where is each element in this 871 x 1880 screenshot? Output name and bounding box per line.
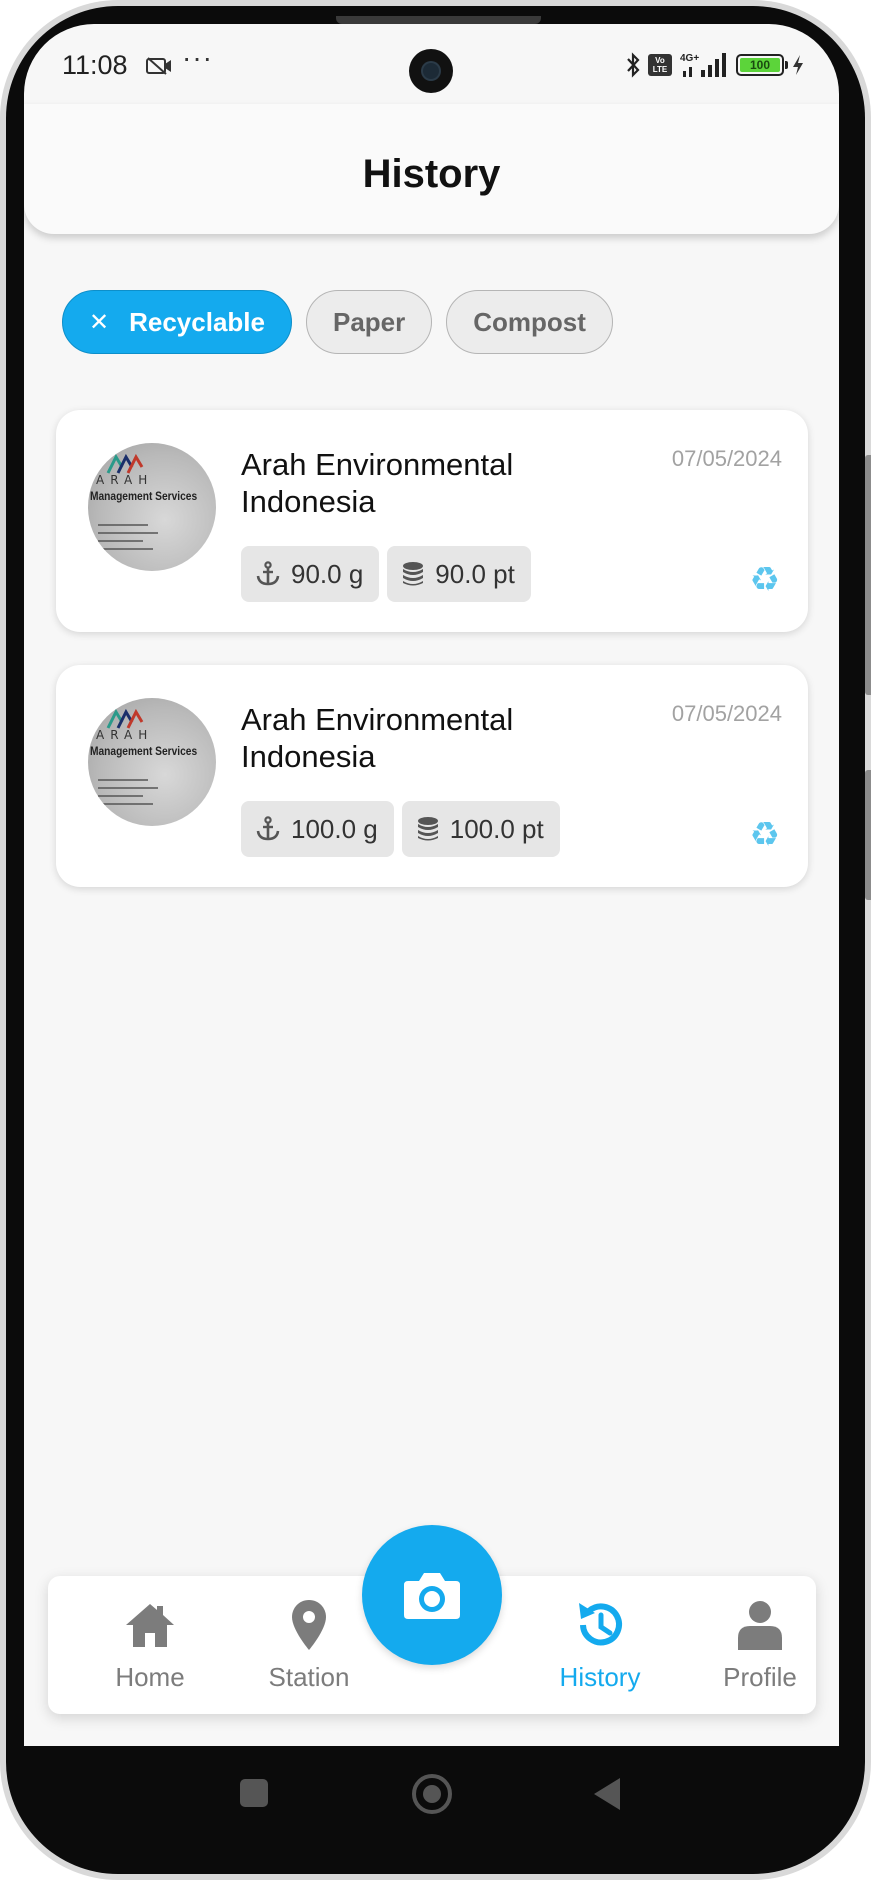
filter-chip-compost[interactable]: Compost (446, 290, 613, 354)
chip-label: Compost (473, 306, 586, 337)
chip-label: Paper (332, 306, 406, 337)
battery-level: 100 (740, 58, 780, 72)
status-icons: Vo LTE 4G+ 100 (625, 52, 805, 78)
nav-label: Station (268, 1662, 350, 1692)
nav-item-history[interactable]: History (525, 1598, 675, 1693)
camera-icon (404, 1573, 460, 1619)
nav-label: Profile (723, 1662, 797, 1692)
screen: 11:08 ··· Vo LTE 4G+ 100 History ✕ Recyc… (24, 24, 839, 1746)
status-bar: 11:08 ··· Vo LTE 4G+ 100 (24, 24, 839, 104)
history-card[interactable]: ARAH Management Services Arah Environmen… (56, 410, 808, 632)
points-value: 100.0 pt (449, 813, 544, 844)
nav-label: History (559, 1662, 641, 1692)
notification-icon (146, 57, 171, 75)
nav-item-home[interactable]: Home (75, 1598, 225, 1693)
weight-value: 100.0 g (291, 813, 378, 844)
logo-text: ARAH (96, 473, 154, 487)
page-title: History (362, 152, 501, 196)
document-lines (98, 524, 158, 550)
coins-icon (417, 817, 438, 841)
volte-icon: Vo LTE (648, 54, 672, 76)
system-home-button[interactable] (412, 1774, 452, 1814)
phone-frame: 11:08 ··· Vo LTE 4G+ 100 History ✕ Recyc… (0, 0, 871, 1880)
signal-icon: 4G+ (680, 53, 726, 77)
user-icon (738, 1601, 782, 1650)
company-logo-icon (106, 453, 144, 474)
coins-icon (403, 562, 424, 586)
nav-item-station[interactable]: Station (234, 1598, 384, 1693)
logo-subtext: Management Services (90, 489, 198, 503)
recycle-icon: ♻ (749, 816, 780, 854)
volume-button (865, 770, 871, 900)
station-avatar: ARAH Management Services (88, 443, 216, 571)
app-header: History (24, 104, 839, 234)
history-icon (579, 1603, 622, 1646)
battery-icon: 100 (736, 54, 788, 76)
system-navigation-bar (24, 1746, 839, 1846)
logo-subtext: Management Services (90, 744, 198, 758)
company-logo-icon (106, 708, 144, 729)
front-camera (409, 49, 453, 93)
bluetooth-icon (627, 52, 640, 78)
close-icon[interactable]: ✕ (89, 308, 109, 337)
stats-badges: 100.0 g 100.0 pt (241, 801, 560, 857)
anchor-icon (256, 561, 280, 586)
camera-scan-button[interactable] (362, 1525, 502, 1665)
stats-badges: 90.0 g 90.0 pt (241, 546, 531, 602)
recent-apps-button[interactable] (240, 1779, 268, 1807)
location-pin-icon (292, 1600, 326, 1650)
weight-badge: 100.0 g (241, 801, 394, 857)
history-date: 07/05/2024 (671, 446, 782, 471)
home-icon (126, 1604, 174, 1647)
station-name: Arah Environmental Indonesia (241, 702, 514, 774)
history-card[interactable]: ARAH Management Services Arah Environmen… (56, 665, 808, 887)
points-badge: 100.0 pt (401, 801, 560, 857)
station-avatar: ARAH Management Services (88, 698, 216, 826)
history-date: 07/05/2024 (671, 701, 782, 726)
station-name: Arah Environmental Indonesia (241, 447, 514, 519)
status-time: 11:08 (62, 50, 128, 80)
anchor-icon (256, 816, 280, 841)
charging-icon (793, 55, 803, 75)
filter-chip-paper[interactable]: Paper (305, 290, 433, 354)
chip-label: Recyclable (129, 306, 265, 337)
network-type: 4G+ (680, 53, 699, 64)
points-badge: 90.0 pt (387, 546, 531, 602)
logo-text: ARAH (96, 728, 154, 742)
system-back-button[interactable] (594, 1778, 620, 1810)
filter-chip-recyclable[interactable]: ✕ Recyclable (62, 290, 292, 354)
speaker-grill (336, 16, 541, 24)
nav-item-profile[interactable]: Profile (685, 1598, 835, 1693)
filter-chips: ✕ Recyclable Paper Compost (62, 290, 613, 354)
weight-badge: 90.0 g (241, 546, 380, 602)
document-lines (98, 779, 158, 805)
weight-value: 90.0 g (291, 558, 364, 589)
more-notifications-icon: ··· (182, 42, 213, 73)
recycle-icon: ♻ (749, 561, 780, 599)
points-value: 90.0 pt (435, 558, 515, 589)
power-button (865, 455, 871, 695)
nav-label: Home (115, 1662, 185, 1692)
